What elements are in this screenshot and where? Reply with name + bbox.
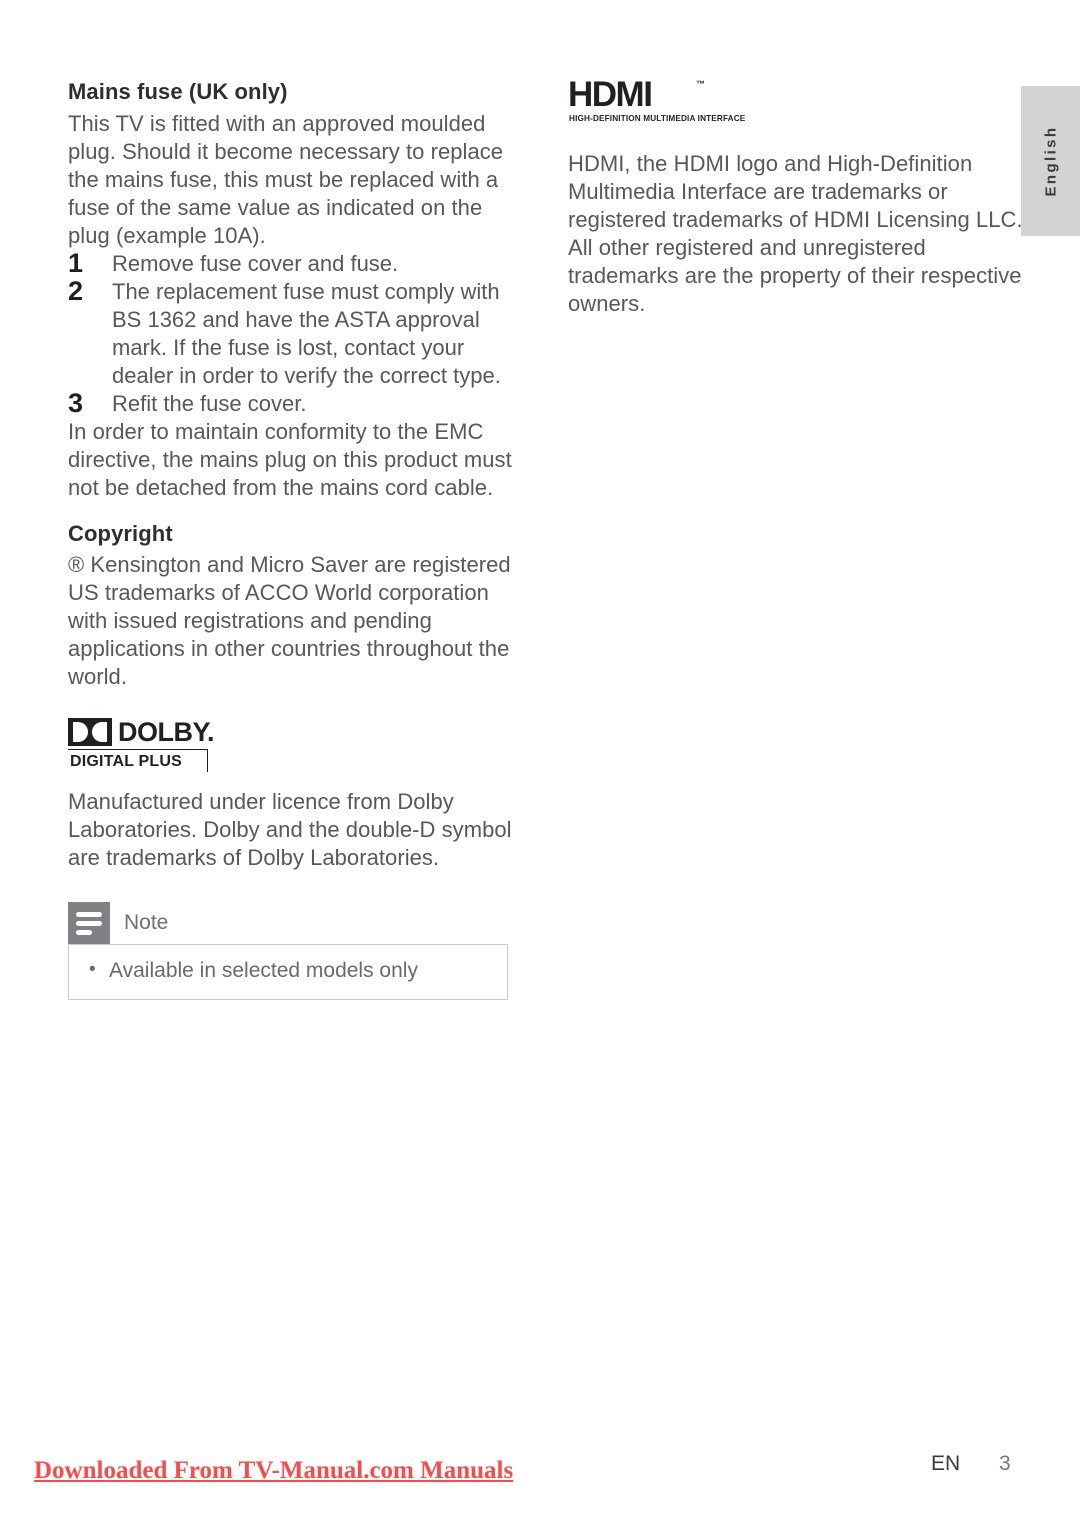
page-number: 3 (999, 1452, 1011, 1475)
list-item: Available in selected models only (83, 956, 493, 985)
note-callout-body: Available in selected models only (68, 944, 508, 1000)
note-callout-header: Note (68, 902, 508, 944)
dolby-digital-plus-logo: DOLBY. DIGITAL PLUS (68, 717, 215, 772)
step-number: 1 (68, 247, 84, 278)
dolby-double-d-icon (68, 718, 112, 746)
note-items-list: Available in selected models only (83, 956, 493, 985)
step-text: Remove fuse cover and fuse. (112, 250, 399, 276)
step-text: Refit the fuse cover. (112, 390, 307, 416)
copyright-heading: Copyright (68, 520, 173, 546)
list-item: 3 Refit the fuse cover. (68, 387, 520, 418)
download-source-link[interactable]: Downloaded From TV-Manual.com Manuals (34, 1457, 513, 1485)
mains-fuse-steps-list: 1 Remove fuse cover and fuse. 2 The repl… (68, 247, 520, 418)
step-number: 2 (68, 275, 84, 306)
step-text: The replacement fuse must comply with BS… (112, 278, 501, 388)
hdmi-text: HDMI, the HDMI logo and High-Definition … (568, 151, 1023, 316)
step-number: 3 (68, 387, 84, 418)
dolby-wordmark: DOLBY. (117, 717, 215, 747)
dolby-text: Manufactured under licence from Dolby La… (68, 789, 512, 870)
dolby-subtitle-box: DIGITAL PLUS (68, 749, 208, 772)
hdmi-wordmark: HDMI (568, 75, 653, 114)
copyright-text: ® Kensington and Micro Saver are registe… (68, 552, 511, 689)
mains-fuse-outro-text: In order to maintain conformity to the E… (68, 418, 512, 500)
language-side-tab: English (1021, 86, 1080, 236)
language-side-tab-label: English (1042, 125, 1059, 197)
right-column: HDMI ™ HIGH-DEFINITION MULTIMEDIA INTERF… (568, 75, 1023, 318)
dolby-subtitle: DIGITAL PLUS (70, 753, 183, 770)
mains-fuse-intro-text: This TV is fitted with an approved mould… (68, 110, 504, 248)
hdmi-tagline: HIGH-DEFINITION MULTIMEDIA INTERFACE (569, 114, 746, 123)
mains-fuse-heading: Mains fuse (UK only) (68, 79, 288, 104)
footer-language-code: EN (931, 1452, 961, 1475)
note-lines-icon (68, 902, 110, 944)
list-item: 1 Remove fuse cover and fuse. (68, 247, 520, 278)
left-column: Mains fuse (UK only) This TV is fitted w… (68, 78, 520, 1000)
hdmi-trademark-icon: ™ (696, 79, 705, 89)
note-callout: Note Available in selected models only (68, 902, 508, 1000)
list-item: 2 The replacement fuse must comply with … (68, 275, 520, 390)
hdmi-logo: HDMI ™ HIGH-DEFINITION MULTIMEDIA INTERF… (568, 75, 745, 126)
dolby-logo-row: DOLBY. (68, 717, 215, 747)
note-title: Note (124, 911, 169, 934)
